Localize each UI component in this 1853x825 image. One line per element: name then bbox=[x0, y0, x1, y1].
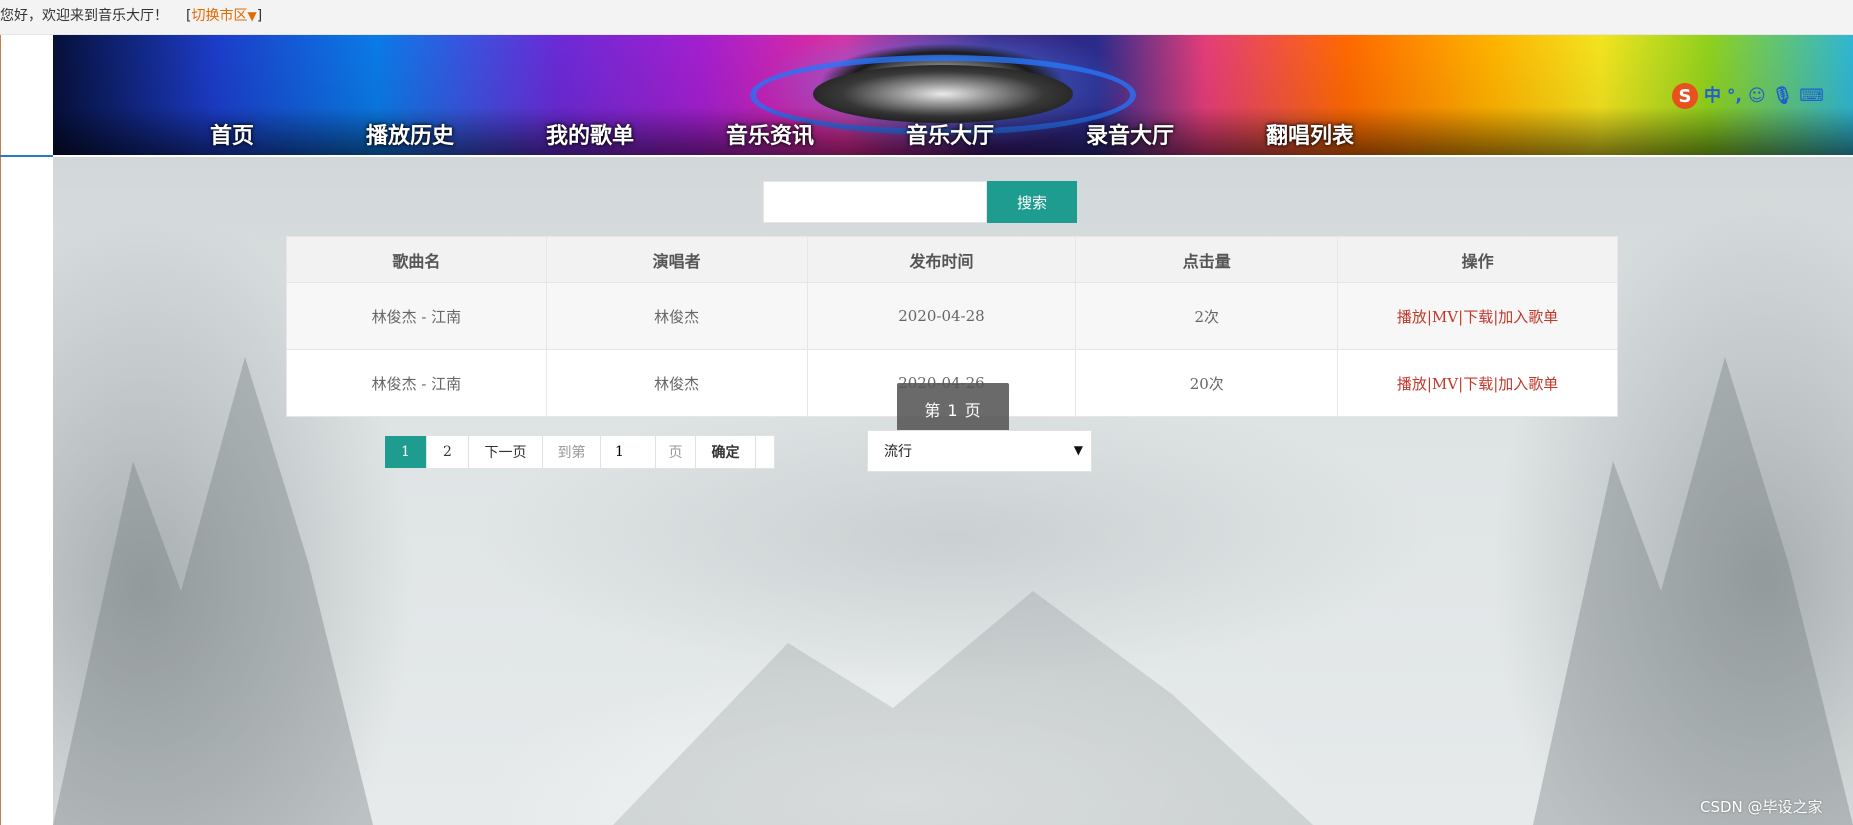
nav-item-recording-hall[interactable]: 录音大厅 bbox=[1086, 118, 1174, 150]
page-1-button[interactable]: 1 bbox=[385, 436, 427, 468]
nav-item-music-hall[interactable]: 音乐大厅 bbox=[906, 118, 994, 150]
triangle-down-icon: ▼ bbox=[247, 9, 257, 23]
page-toast: 第 1 页 bbox=[897, 383, 1009, 435]
mv-link[interactable]: MV bbox=[1432, 375, 1458, 393]
table-row: 林俊杰 - 江南 林俊杰 2020-04-28 2次 播放|MV|下载|加入歌单 bbox=[286, 282, 1618, 350]
welcome-text: 您好，欢迎来到音乐大厅！ bbox=[0, 8, 168, 24]
genre-select[interactable]: 流行 ▼ bbox=[867, 430, 1092, 472]
click-count: 20次 bbox=[1075, 349, 1339, 417]
goto-label: 到第 bbox=[543, 436, 601, 468]
play-link[interactable]: 播放 bbox=[1397, 375, 1427, 393]
song-name: 林俊杰 - 江南 bbox=[286, 349, 547, 417]
singer-name: 林俊杰 bbox=[545, 349, 808, 417]
banner: 首页 播放历史 我的歌单 音乐资讯 音乐大厅 录音大厅 翻唱列表 bbox=[53, 35, 1853, 155]
ime-punctuation-indicator[interactable]: °, bbox=[1727, 83, 1742, 109]
click-count: 2次 bbox=[1075, 282, 1339, 350]
release-date: 2020-04-28 bbox=[806, 282, 1077, 350]
play-link[interactable]: 播放 bbox=[1397, 308, 1427, 326]
column-header-song: 歌曲名 bbox=[286, 236, 547, 283]
pager-end bbox=[756, 436, 774, 468]
column-header-clicks: 点击量 bbox=[1075, 236, 1339, 283]
ime-mode-indicator[interactable]: 中 bbox=[1704, 83, 1721, 109]
mountain-decoration-center bbox=[613, 591, 1313, 825]
table-header-row: 歌曲名 演唱者 发布时间 点击量 操作 bbox=[286, 236, 1618, 283]
page-2-button[interactable]: 2 bbox=[427, 436, 469, 468]
nav-item-my-playlist[interactable]: 我的歌单 bbox=[546, 118, 634, 150]
ime-toolbar[interactable]: S 中 °, ☺ 🎙 ⌨ bbox=[1672, 82, 1824, 110]
left-strip bbox=[0, 35, 53, 825]
add-to-playlist-link[interactable]: 加入歌单 bbox=[1498, 308, 1558, 326]
nav-item-cover-list[interactable]: 翻唱列表 bbox=[1266, 118, 1354, 150]
download-link[interactable]: 下载 bbox=[1463, 308, 1493, 326]
nav-item-home[interactable]: 首页 bbox=[210, 118, 254, 150]
page-unit-label: 页 bbox=[656, 436, 696, 468]
column-header-actions: 操作 bbox=[1337, 236, 1618, 283]
sogou-logo-icon[interactable]: S bbox=[1672, 83, 1698, 109]
nav-item-music-news[interactable]: 音乐资讯 bbox=[726, 118, 814, 150]
goto-page-input[interactable] bbox=[601, 436, 656, 468]
main-nav: 首页 播放历史 我的歌单 音乐资讯 音乐大厅 录音大厅 翻唱列表 bbox=[53, 118, 1853, 152]
mv-link[interactable]: MV bbox=[1432, 308, 1458, 326]
switch-city[interactable]: [切换市区▼] bbox=[186, 5, 262, 25]
next-page-button[interactable]: 下一页 bbox=[469, 436, 543, 468]
column-header-date: 发布时间 bbox=[806, 236, 1077, 283]
pagination: 1 2 下一页 到第 页 确定 bbox=[384, 435, 775, 469]
microphone-icon[interactable]: 🎙 bbox=[1772, 83, 1794, 109]
add-to-playlist-link[interactable]: 加入歌单 bbox=[1498, 375, 1558, 393]
search-button[interactable]: 搜索 bbox=[987, 181, 1077, 223]
caret-down-icon: ▼ bbox=[1073, 443, 1083, 457]
smiley-icon[interactable]: ☺ bbox=[1748, 83, 1766, 109]
nav-item-play-history[interactable]: 播放历史 bbox=[366, 118, 454, 150]
singer-name: 林俊杰 bbox=[545, 282, 808, 350]
left-divider bbox=[0, 155, 53, 157]
switch-bracket-close: ] bbox=[256, 8, 263, 24]
switch-city-link[interactable]: 切换市区 bbox=[191, 8, 247, 24]
column-header-singer: 演唱者 bbox=[545, 236, 808, 283]
confirm-button[interactable]: 确定 bbox=[696, 436, 756, 468]
download-link[interactable]: 下载 bbox=[1463, 375, 1493, 393]
keyboard-icon[interactable]: ⌨ bbox=[1799, 83, 1824, 109]
search-input[interactable] bbox=[763, 181, 987, 223]
row-actions: 播放|MV|下载|加入歌单 bbox=[1337, 282, 1618, 350]
top-bar: 您好，欢迎来到音乐大厅！ [切换市区▼] bbox=[0, 0, 1853, 35]
song-name: 林俊杰 - 江南 bbox=[286, 282, 547, 350]
watermark: CSDN @毕设之家 bbox=[1700, 798, 1823, 816]
row-actions: 播放|MV|下载|加入歌单 bbox=[1337, 349, 1618, 417]
genre-selected-value: 流行 bbox=[884, 444, 912, 460]
